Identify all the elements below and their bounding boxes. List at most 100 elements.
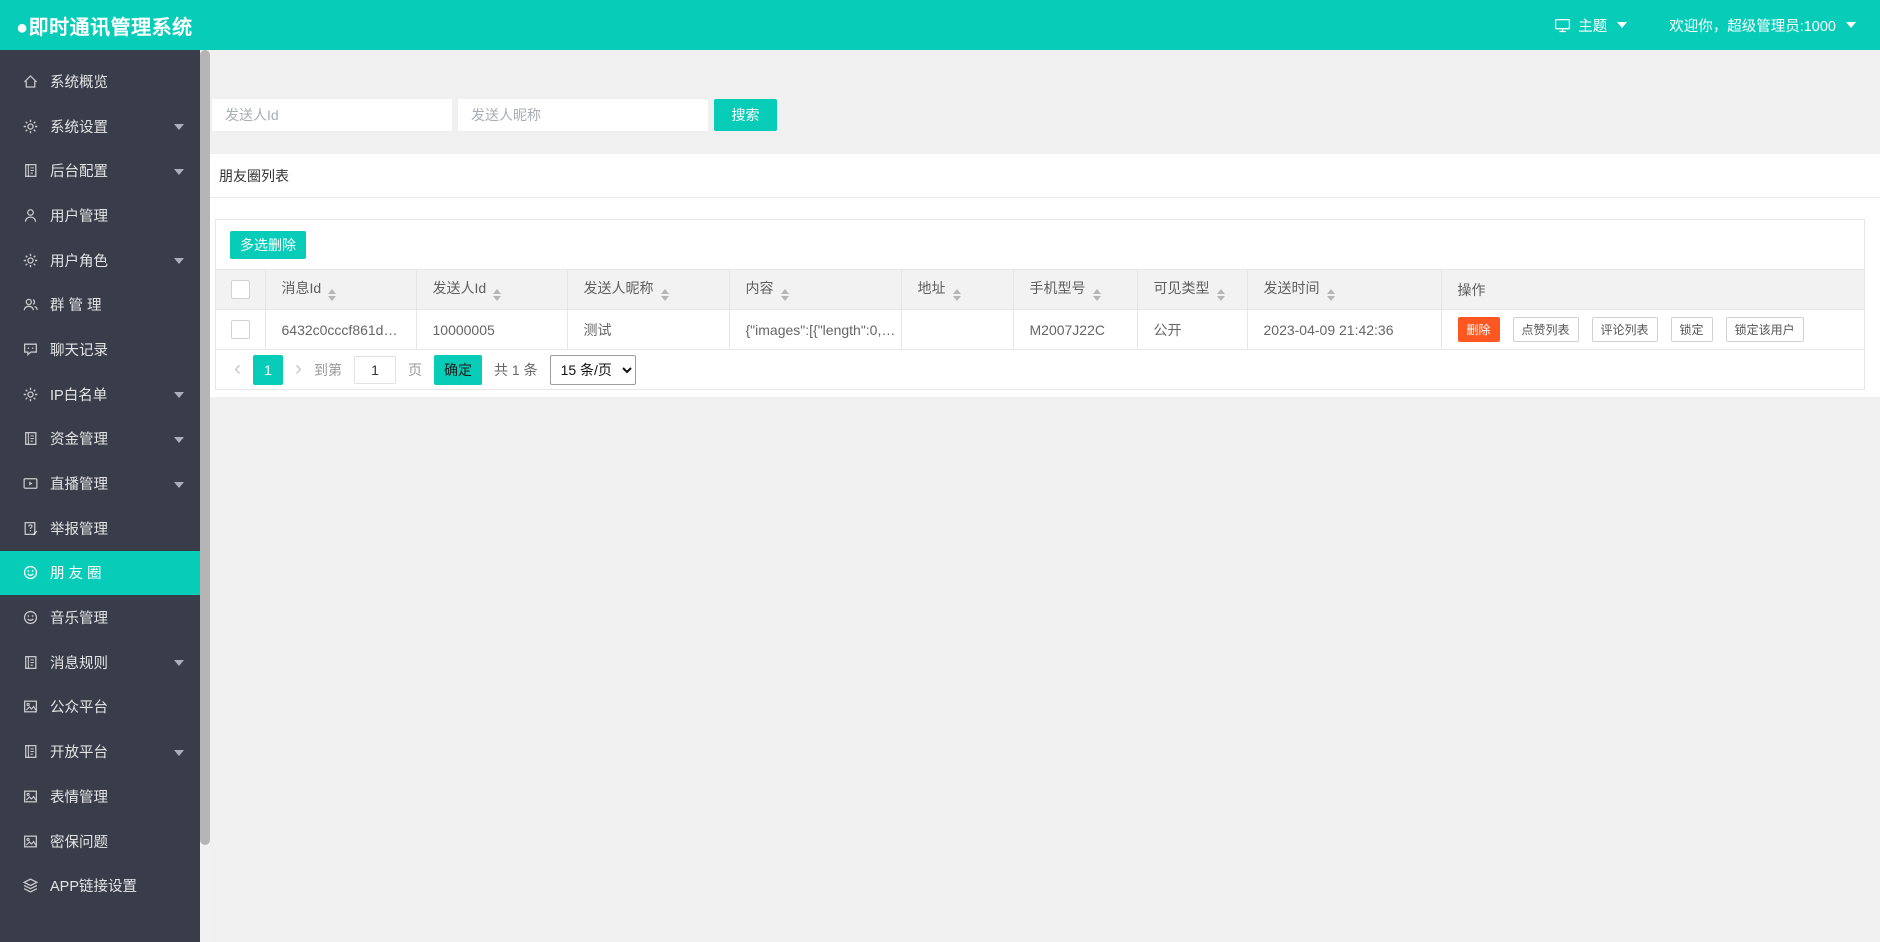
chevron-down-icon — [174, 436, 184, 443]
jump-suffix-label: 页 — [408, 362, 422, 378]
chevron-down-icon — [1617, 22, 1628, 28]
gear-icon — [22, 386, 39, 403]
sort-icon[interactable] — [952, 289, 961, 301]
sidebar-item-public-platform[interactable]: 公众平台 — [0, 685, 200, 730]
delete-button[interactable]: 删除 — [1457, 317, 1500, 342]
column-header: 发送时间 — [1246, 269, 1442, 310]
topbar: ●即时通讯管理系统 主题 欢迎你，超级管理员:1000 — [0, 0, 1880, 50]
sidebar-item-label: 公众平台 — [50, 700, 108, 717]
sidebar-item-ip-whitelist[interactable]: IP白名单 — [0, 372, 200, 417]
sidebar-item-label: APP链接设置 — [50, 879, 138, 896]
pagination-page-1[interactable]: 1 — [253, 355, 283, 385]
sidebar-item-system-settings[interactable]: 系统设置 — [0, 104, 200, 149]
sidebar-scrollbar-thumb[interactable] — [200, 50, 210, 845]
sidebar-item-emoji-mgmt[interactable]: 表情管理 — [0, 774, 200, 819]
total-count-label: 共 1 条 — [494, 362, 538, 378]
action-button[interactable]: 评论列表 — [1591, 317, 1658, 342]
sidebar-item-app-link-settings[interactable]: APP链接设置 — [0, 863, 200, 908]
sidebar-item-group-mgmt[interactable]: 群 管 理 — [0, 282, 200, 327]
chevron-down-icon — [174, 481, 184, 488]
page-size-select[interactable]: 15 条/页 — [549, 355, 636, 385]
bulk-delete-button[interactable]: 多选删除 — [230, 231, 306, 259]
column-header-label: 操作 — [1457, 281, 1486, 298]
column-header-label: 手机型号 — [1029, 280, 1086, 296]
jump-prefix-label: 到第 — [314, 362, 342, 378]
user-menu[interactable]: 欢迎你，超级管理员:1000 — [1669, 15, 1856, 36]
column-header-label: 地址 — [917, 280, 946, 296]
sidebar-item-user-roles[interactable]: 用户角色 — [0, 238, 200, 283]
action-button[interactable]: 锁定 — [1670, 317, 1713, 342]
moments-panel: 朋友圈列表 多选删除 消息Id 发送人Id 发送人昵称 内容 地址 手机型号 可见类型 发送时… — [210, 154, 1880, 397]
sidebar-item-funds-mgmt[interactable]: 资金管理 — [0, 417, 200, 462]
actions-cell: 删除 点赞列表 评论列表 锁定 锁定该用户 — [1440, 309, 1864, 350]
sort-icon[interactable] — [493, 289, 502, 301]
gear-icon — [22, 252, 39, 269]
gear-icon — [22, 118, 39, 135]
panel-title: 朋友圈列表 — [210, 154, 1880, 198]
chat-icon — [22, 341, 39, 358]
search-bar: 搜索 — [212, 99, 777, 131]
chevron-down-icon — [174, 124, 184, 131]
sidebar-item-security-questions[interactable]: 密保问题 — [0, 819, 200, 864]
sidebar-item-label: 直播管理 — [50, 477, 108, 494]
sidebar-item-open-platform[interactable]: 开放平台 — [0, 729, 200, 774]
sender-nickname-input[interactable] — [458, 99, 708, 131]
table-cell: {"images":[{"length":0,… — [728, 309, 902, 350]
pagination-prev-icon[interactable]: ‹ — [234, 358, 241, 379]
table-cell: 6432c0cccf861d… — [264, 309, 417, 350]
column-header: 操作 — [1440, 269, 1864, 310]
row-checkbox[interactable] — [230, 320, 250, 339]
search-button[interactable]: 搜索 — [714, 99, 777, 131]
sidebar-scrollbar[interactable] — [200, 50, 210, 942]
sort-icon[interactable] — [328, 289, 337, 301]
layers-icon — [22, 877, 39, 894]
sidebar-item-label: IP白名单 — [50, 387, 108, 404]
column-header-label: 消息Id — [281, 280, 322, 296]
sidebar-nav: 系统概览系统设置后台配置用户管理用户角色群 管 理聊天记录 IP白名单资金管理直播… — [0, 59, 200, 908]
welcome-text: 欢迎你，超级管理员:1000 — [1669, 18, 1836, 35]
sidebar-item-moments[interactable]: 朋 友 圈 — [0, 550, 200, 596]
sidebar-item-label: 系统概览 — [50, 74, 108, 91]
sidebar-item-chat-records[interactable]: 聊天记录 — [0, 327, 200, 372]
pagination-next-icon[interactable]: › — [295, 358, 302, 379]
column-header-label: 可见类型 — [1153, 280, 1210, 296]
sidebar-item-overview[interactable]: 系统概览 — [0, 59, 200, 104]
sort-icon[interactable] — [660, 289, 669, 301]
sidebar-item-label: 表情管理 — [50, 789, 108, 806]
sidebar-item-label: 聊天记录 — [50, 342, 108, 359]
sidebar-item-live-mgmt[interactable]: 直播管理 — [0, 461, 200, 506]
sidebar-item-label: 用户管理 — [50, 208, 108, 225]
sort-icon[interactable] — [1092, 289, 1101, 301]
sidebar-item-label: 后台配置 — [50, 164, 108, 181]
journal-icon — [22, 654, 39, 671]
column-header-label: 内容 — [745, 280, 774, 296]
sidebar-item-music-mgmt[interactable]: 音乐管理 — [0, 595, 200, 640]
sort-icon[interactable] — [1326, 289, 1335, 301]
jump-confirm-button[interactable]: 确定 — [434, 355, 482, 385]
theme-menu[interactable]: 主题 — [1554, 15, 1628, 36]
sender-id-input[interactable] — [212, 99, 452, 131]
sort-icon[interactable] — [780, 289, 789, 301]
video-icon — [22, 475, 39, 492]
report-icon — [22, 520, 39, 537]
sidebar-item-label: 举报管理 — [50, 521, 108, 538]
sidebar-item-report-mgmt[interactable]: 举报管理 — [0, 506, 200, 551]
sidebar-item-message-rules[interactable]: 消息规则 — [0, 640, 200, 685]
column-header-label: 发送人昵称 — [583, 280, 654, 296]
sidebar-item-backend-config[interactable]: 后台配置 — [0, 148, 200, 193]
page-jump-input[interactable] — [354, 356, 396, 384]
table-row: 6432c0cccf861d… 10000005 测试 {"images":[{"le… — [216, 309, 1864, 350]
column-header-label: 发送时间 — [1263, 280, 1320, 296]
select-all-checkbox[interactable] — [230, 280, 250, 299]
sidebar-item-user-mgmt[interactable]: 用户管理 — [0, 193, 200, 238]
table-cell: 公开 — [1136, 309, 1248, 350]
action-button[interactable]: 点赞列表 — [1512, 317, 1579, 342]
image-icon — [22, 698, 39, 715]
sidebar-item-label: 群 管 理 — [50, 298, 102, 315]
sidebar-item-label: 系统设置 — [50, 119, 108, 136]
sort-icon[interactable] — [1216, 289, 1225, 301]
action-button[interactable]: 锁定该用户 — [1725, 317, 1804, 342]
table-cell: M2007J22C — [1012, 309, 1138, 350]
image-icon — [22, 788, 39, 805]
moments-table: 消息Id 发送人Id 发送人昵称 内容 地址 手机型号 可见类型 发送时间 操作 6432c0c… — [216, 269, 1864, 350]
